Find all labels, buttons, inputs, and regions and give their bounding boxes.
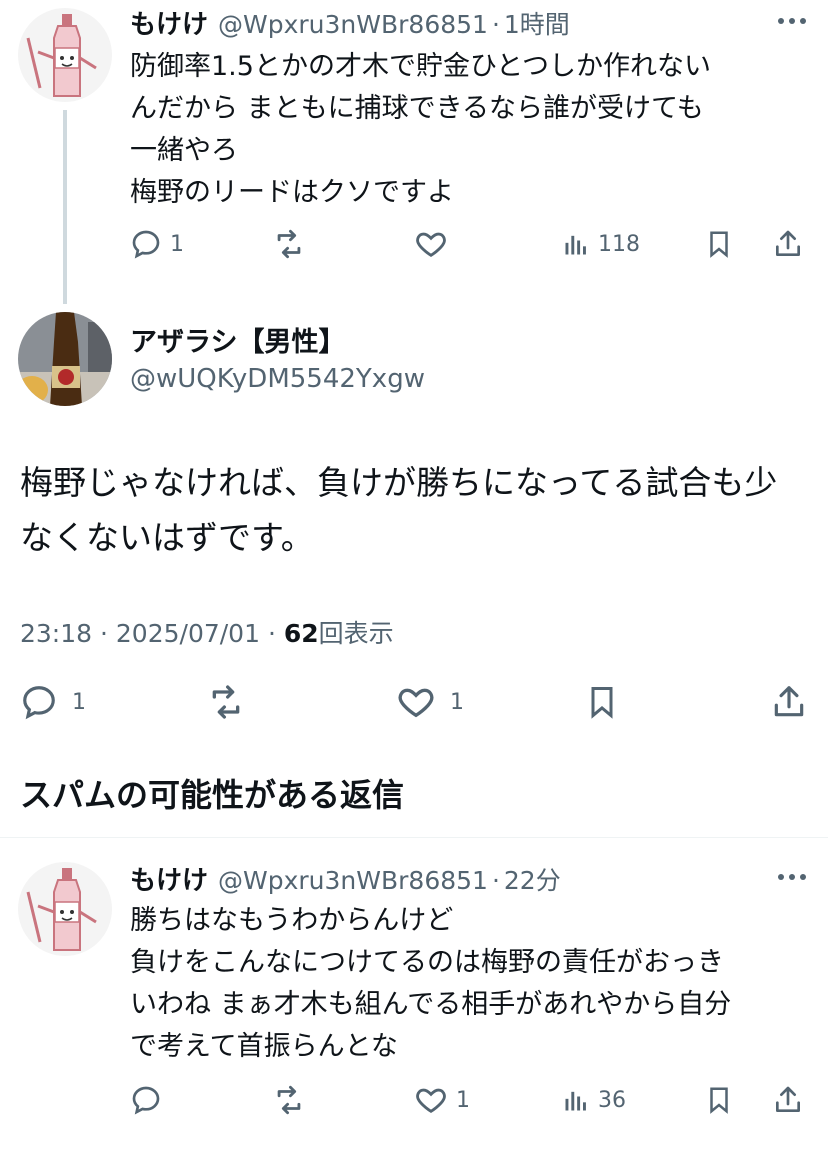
reply2-view-count: 36 bbox=[598, 1087, 626, 1113]
reply1-bookmark-button[interactable] bbox=[704, 224, 734, 264]
main-tweet-line: 梅野じゃなければ、負けが勝ちになってる試合も少 bbox=[20, 463, 778, 502]
reply-icon bbox=[23, 686, 55, 720]
reply1-like-button[interactable] bbox=[414, 224, 448, 264]
reply2-line: 勝ちはなもうわからんけど bbox=[130, 905, 454, 936]
spam-section-title: スパムの可能性がある返信 bbox=[20, 776, 405, 814]
main-retweet-button[interactable] bbox=[206, 682, 246, 722]
reply1-views-button[interactable]: 118 bbox=[562, 224, 640, 264]
main-views-label: 回表示 bbox=[318, 619, 394, 648]
reply1-separator: · bbox=[491, 10, 500, 39]
retweet-icon bbox=[212, 685, 240, 719]
reply2-line: いわね まぁ才木も組んでる相手があれやから自分 bbox=[130, 989, 732, 1020]
reply1-header: もけけ @Wpxru3nWBr86851 · 1時間 bbox=[130, 4, 570, 41]
reply1-line: 防御率1.5とかの才木で貯金ひとつしか作れない bbox=[130, 51, 712, 82]
heart-icon bbox=[416, 1088, 446, 1114]
reply2-header: もけけ @Wpxru3nWBr86851 · 22分 bbox=[130, 860, 561, 897]
reply1-reply-button[interactable]: 1 bbox=[130, 224, 184, 264]
reply2-reply-button[interactable] bbox=[130, 1080, 162, 1120]
retweet-icon bbox=[277, 1085, 301, 1115]
bookmark-icon bbox=[710, 1087, 728, 1114]
main-tweet-text: 梅野じゃなければ、負けが勝ちになってる試合も少 なくないはずです。 bbox=[20, 455, 810, 565]
main-reply-count: 1 bbox=[72, 689, 86, 715]
avatar-azarashi[interactable] bbox=[18, 312, 112, 406]
reply2-handle[interactable]: @Wpxru3nWBr86851 bbox=[218, 866, 488, 895]
reply1-view-count: 118 bbox=[598, 231, 640, 257]
main-display-name[interactable]: アザラシ【男性】 bbox=[130, 320, 345, 359]
reply-icon bbox=[132, 1086, 160, 1115]
reply2-line: で考えて首振らんとな bbox=[130, 1031, 398, 1062]
heart-icon bbox=[398, 688, 434, 718]
reply1-handle[interactable]: @Wpxru3nWBr86851 bbox=[218, 10, 488, 39]
avatar-mokeke[interactable] bbox=[18, 8, 112, 102]
reply2-display-name[interactable]: もけけ bbox=[130, 860, 208, 897]
reply2-separator: · bbox=[491, 866, 500, 895]
bookmark-icon bbox=[591, 687, 613, 719]
main-action-bar: 1 1 bbox=[20, 682, 810, 722]
main-bookmark-button[interactable] bbox=[584, 682, 620, 722]
reply1-action-bar: 1 118 bbox=[130, 224, 810, 264]
reply2-timestamp[interactable]: 22分 bbox=[504, 861, 561, 897]
reply2-share-button[interactable] bbox=[772, 1080, 804, 1120]
reply2-text: 勝ちはなもうわからんけど 負けをこんなにつけてるのは梅野の責任がおっき いわね … bbox=[130, 900, 810, 1068]
tweet-thread-page: もけけ @Wpxru3nWBr86851 · 1時間 防御率1.5とかの才木で貯… bbox=[0, 0, 828, 1152]
reply2-retweet-button[interactable] bbox=[272, 1080, 306, 1120]
main-like-count: 1 bbox=[450, 689, 464, 715]
reply-icon bbox=[132, 230, 160, 259]
main-handle[interactable]: @wUQKyDM5542Yxgw bbox=[130, 364, 425, 394]
thread-connector-line bbox=[63, 110, 67, 304]
main-like-button[interactable]: 1 bbox=[396, 682, 464, 722]
section-divider bbox=[0, 837, 828, 838]
reply1-line: 梅野のリードはクソですよ bbox=[130, 177, 454, 208]
main-tweet-line: なくないはずです。 bbox=[20, 518, 314, 557]
share-icon bbox=[776, 1086, 800, 1112]
reply1-retweet-button[interactable] bbox=[272, 224, 306, 264]
reply2-like-count: 1 bbox=[456, 1087, 470, 1113]
main-date[interactable]: 2025/07/01 bbox=[116, 619, 260, 648]
reply2-action-bar: 1 36 bbox=[130, 1080, 810, 1120]
reply1-timestamp[interactable]: 1時間 bbox=[504, 5, 570, 41]
views-icon bbox=[565, 235, 586, 255]
reply1-share-button[interactable] bbox=[772, 224, 804, 264]
reply1-line: んだから まともに捕球できるなら誰が受けても bbox=[130, 93, 704, 124]
reply1-text: 防御率1.5とかの才木で貯金ひとつしか作れない んだから まともに捕球できるなら… bbox=[130, 46, 810, 214]
reply2-bookmark-button[interactable] bbox=[704, 1080, 734, 1120]
reply2-like-button[interactable]: 1 bbox=[414, 1080, 470, 1120]
share-icon bbox=[776, 230, 800, 256]
bookmark-icon bbox=[710, 231, 728, 258]
main-dot: · bbox=[267, 619, 276, 648]
main-dot: · bbox=[100, 619, 108, 648]
main-share-button[interactable] bbox=[770, 682, 808, 722]
avatar-mokeke[interactable] bbox=[18, 862, 112, 956]
share-icon bbox=[774, 686, 804, 717]
views-icon bbox=[565, 1091, 586, 1111]
reply2-line: 負けをこんなにつけてるのは梅野の責任がおっき bbox=[130, 947, 724, 978]
main-tweet-meta: 23:18 · 2025/07/01 · 62回表示 bbox=[20, 614, 394, 650]
main-reply-button[interactable]: 1 bbox=[20, 682, 86, 722]
more-icon[interactable] bbox=[778, 18, 806, 24]
heart-icon bbox=[416, 232, 446, 258]
reply1-line: 一緒やろ bbox=[130, 135, 238, 166]
more-icon[interactable] bbox=[778, 874, 806, 880]
reply1-reply-count: 1 bbox=[170, 231, 184, 257]
retweet-icon bbox=[277, 229, 301, 259]
main-view-count: 62 bbox=[283, 619, 319, 648]
main-time[interactable]: 23:18 bbox=[20, 619, 92, 648]
reply1-display-name[interactable]: もけけ bbox=[130, 4, 208, 41]
reply2-views-button[interactable]: 36 bbox=[562, 1080, 626, 1120]
